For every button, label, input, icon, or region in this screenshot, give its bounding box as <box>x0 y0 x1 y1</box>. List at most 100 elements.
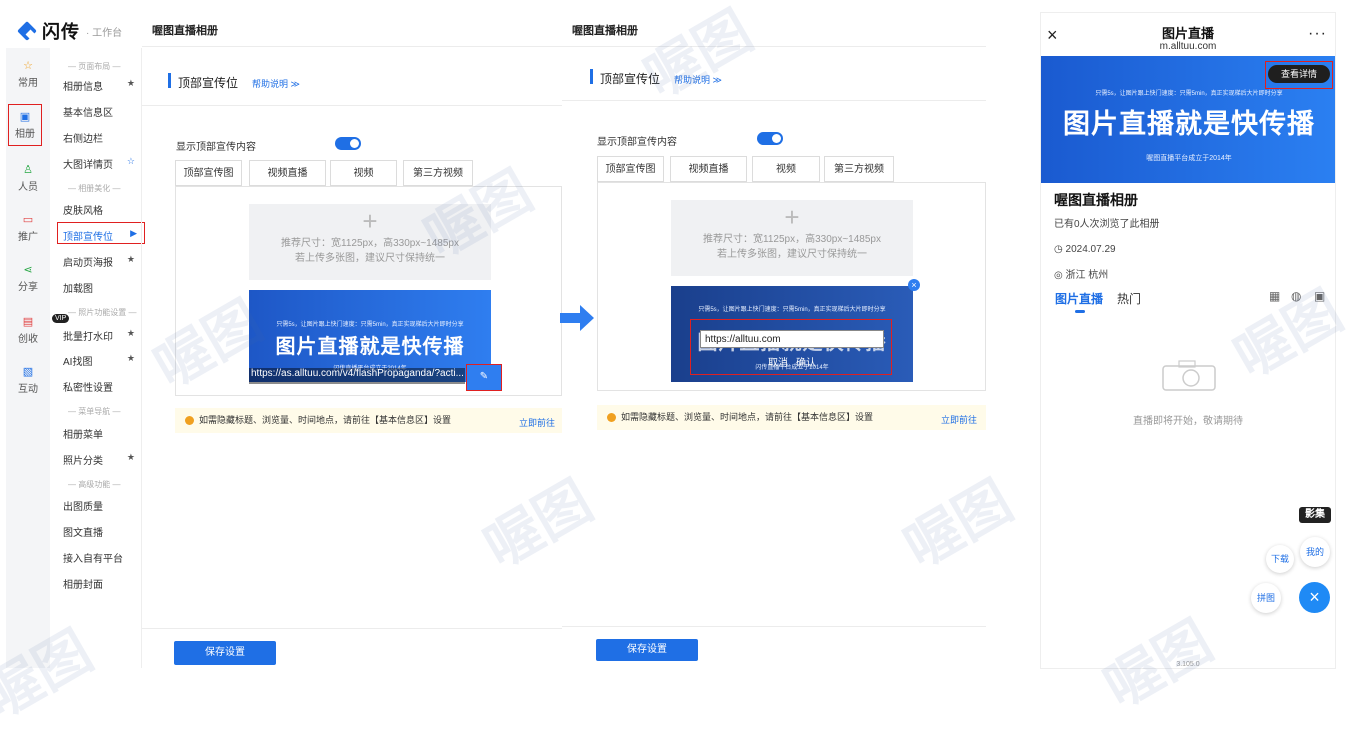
movie-album-badge[interactable]: 影集 <box>1299 507 1331 523</box>
show-top-banner-toggle[interactable] <box>335 137 361 150</box>
tab-video-2[interactable]: 视频 <box>752 156 820 182</box>
rail-item-share[interactable]: ⋖ 分享 <box>6 264 50 293</box>
subnav-group-layout: — 页面布局 — <box>68 62 121 71</box>
promote-icon: ▭ <box>22 214 34 226</box>
section-divider-2 <box>562 100 986 101</box>
clock-icon: ◷ <box>1054 244 1066 255</box>
subnav-item-watermark[interactable]: 批量打水印 ★ <box>63 328 143 343</box>
subnav-item-large-image[interactable]: 大图详情页 ☆ <box>63 156 143 171</box>
toggle-label: 显示顶部宣传内容 <box>176 142 256 153</box>
rail-item-people[interactable]: ♙ 人员 <box>6 164 50 193</box>
subnav-item-own-platform[interactable]: 接入自有平台 <box>63 550 143 565</box>
subnav-item-basic-info[interactable]: 基本信息区 <box>63 104 143 119</box>
subnav-item-loading-image[interactable]: 加载图 <box>63 280 143 295</box>
camera-placeholder-icon <box>1162 360 1216 391</box>
star-icon: ★ <box>126 452 135 462</box>
location-icon: ◎ <box>1054 270 1066 281</box>
subnav-item-album-menu[interactable]: 相册菜单 <box>63 426 143 441</box>
collage-fab[interactable]: 拼图 <box>1251 583 1281 613</box>
show-top-banner-toggle-2[interactable] <box>757 132 783 145</box>
upload-placeholder-2[interactable]: + 推荐尺寸：宽1125px，高330px~1485px 若上传多张图，建议尺寸… <box>671 200 913 276</box>
subnav-item-launch-poster[interactable]: 启动页海报 ★ <box>63 254 143 269</box>
notice-goto-link[interactable]: 立即前往 <box>519 416 555 429</box>
subnav-item-privacy[interactable]: 私密性设置 <box>63 379 143 394</box>
rail-item-common[interactable]: ☆ 常用 <box>6 60 50 89</box>
logo-name: 闪传 <box>42 22 80 42</box>
phone-preview: × 图片直播 m.alltuu.com ··· 只需5s，让图片跟上快门速度：只… <box>1040 12 1336 669</box>
album-icon: ▣ <box>19 111 31 123</box>
subnav-item-skin[interactable]: 皮肤风格 <box>63 202 143 217</box>
confirm-button[interactable]: 确认 <box>796 354 816 369</box>
album-views: 已有0人次浏览了此相册 <box>1054 219 1160 230</box>
notice-goto-link-2[interactable]: 立即前往 <box>941 413 977 426</box>
tab-third-party-video[interactable]: 第三方视频 <box>403 160 473 186</box>
section-title-2: 顶部宣传位 <box>600 72 661 86</box>
subnav-item-album-info[interactable]: 相册信息 ★ <box>63 78 143 93</box>
qrcode-icon[interactable]: ▦ <box>1269 289 1280 303</box>
panel-title-2: 喔图直播相册 <box>572 25 638 37</box>
tab-video-live[interactable]: 视频直播 <box>249 160 326 186</box>
footer-divider-2 <box>562 626 986 627</box>
remove-image-icon[interactable]: × <box>908 279 920 291</box>
tab-video[interactable]: 视频 <box>330 160 397 186</box>
phone-tab-live[interactable]: 图片直播 <box>1055 290 1103 307</box>
tab-top-banner-image[interactable]: 顶部宣传图 <box>175 160 242 186</box>
save-button[interactable]: 保存设置 <box>174 641 276 665</box>
tab-top-banner-image-2[interactable]: 顶部宣传图 <box>597 156 664 182</box>
subnav-group-photo: — 照片功能设置 — <box>68 308 137 317</box>
app-version: 3.105.0 <box>1176 661 1200 668</box>
subnav-item-right-sidebar[interactable]: 右侧边栏 <box>63 130 143 145</box>
fab-close-button[interactable]: × <box>1299 582 1330 613</box>
subnav-item-photo-category[interactable]: 照片分类 ★ <box>63 452 143 467</box>
edit-link-button[interactable]: ✎ <box>466 364 502 391</box>
grid-icon[interactable]: ▣ <box>1314 289 1325 303</box>
view-detail-button[interactable]: 查看详情 <box>1268 65 1330 83</box>
album-date: ◷ 2024.07.29 <box>1054 244 1116 255</box>
subnav-group-beautify: — 相册美化 — <box>68 184 121 193</box>
rail-item-create[interactable]: ▤ 创收 <box>6 316 50 345</box>
globe-icon[interactable]: ◍ <box>1291 289 1301 303</box>
mine-fab[interactable]: 我的 <box>1300 537 1330 567</box>
toggle-label-2: 显示顶部宣传内容 <box>597 137 677 148</box>
subnav-item-text-live[interactable]: 图文直播 <box>63 524 143 539</box>
logo-icon <box>18 21 38 41</box>
edit-icon: ✎ <box>479 371 489 382</box>
panel-title: 喔图直播相册 <box>152 25 218 37</box>
rail-item-album[interactable]: ▣ 相册 <box>8 104 42 146</box>
app-logo: 闪传 · 工作台 <box>18 16 122 46</box>
arrow-right-icon <box>560 305 594 331</box>
section-divider <box>142 105 562 106</box>
logo-sub: · 工作台 <box>86 27 123 39</box>
subnav-item-top-banner[interactable]: 顶部宣传位 ▶ <box>63 228 143 243</box>
section-bar-2 <box>590 69 593 84</box>
help-link-2[interactable]: 帮助说明 ≫ <box>674 73 722 86</box>
watermark: 喔图 <box>633 0 763 110</box>
interact-icon: ▧ <box>22 366 34 378</box>
watermark: 喔图 <box>473 468 603 580</box>
cancel-button[interactable]: 取消 <box>768 354 788 369</box>
star-icon: ★ <box>126 353 135 363</box>
star-icon: ☆ <box>23 60 33 72</box>
subnav-item-ai-search[interactable]: AI找图 ★ <box>63 353 143 368</box>
star-icon: ★ <box>126 328 135 338</box>
tab-third-party-video-2[interactable]: 第三方视频 <box>824 156 894 182</box>
link-url-input[interactable] <box>700 330 884 348</box>
banner-link-url: https://as.alltuu.com/v4/flashPropaganda… <box>249 368 465 384</box>
upload-placeholder[interactable]: + 推荐尺寸：宽1125px，高330px~1485px 若上传多张图，建议尺寸… <box>249 204 491 280</box>
star-icon: ★ <box>126 254 135 264</box>
tab-video-live-2[interactable]: 视频直播 <box>670 156 747 182</box>
people-icon: ♙ <box>23 164 33 176</box>
phone-tab-hot[interactable]: 热门 <box>1117 290 1141 307</box>
create-icon: ▤ <box>22 316 34 328</box>
phone-title: 图片直播 <box>1161 26 1214 41</box>
section-title: 顶部宣传位 <box>178 76 239 90</box>
rail-item-promote[interactable]: ▭ 推广 <box>6 214 50 243</box>
save-button-2[interactable]: 保存设置 <box>596 639 698 661</box>
subnav-item-output-quality[interactable]: 出图质量 <box>63 498 143 513</box>
more-icon[interactable]: ··· <box>1308 25 1327 43</box>
subnav-item-album-cover[interactable]: 相册封面 <box>63 576 143 591</box>
rail-item-interact[interactable]: ▧ 互动 <box>6 366 50 395</box>
help-link[interactable]: 帮助说明 ≫ <box>252 77 300 90</box>
subnav-group-advanced: — 高级功能 — <box>68 480 121 489</box>
download-fab[interactable]: 下载 <box>1266 545 1294 573</box>
